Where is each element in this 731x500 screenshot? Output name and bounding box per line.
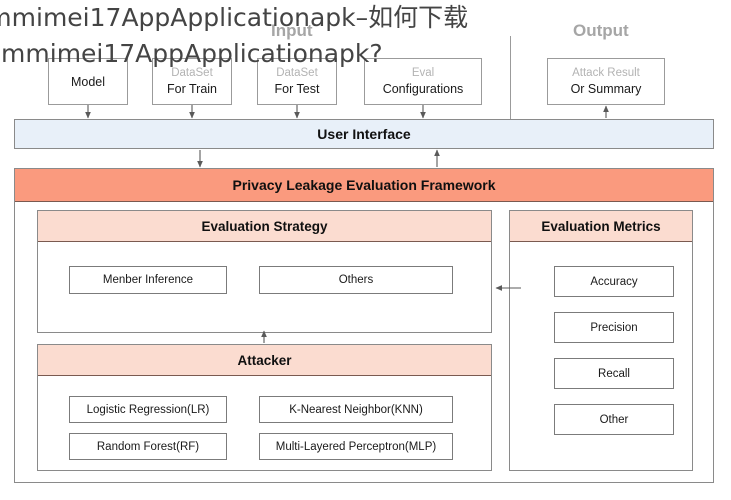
io-box-dataset-test-sub: DataSet <box>276 67 318 79</box>
io-box-attack-result-sub: Attack Result <box>572 67 640 79</box>
panel-attacker: Attacker Logistic Regression(LR) K-Neare… <box>37 344 492 471</box>
input-output-divider <box>510 36 511 119</box>
strategy-item-member-inference[interactable]: Menber Inference <box>69 266 227 294</box>
metric-item-precision[interactable]: Precision <box>554 312 674 343</box>
panel-evaluation-metrics-title: Evaluation Metrics <box>541 218 661 234</box>
attacker-item-logistic-regression[interactable]: Logistic Regression(LR) <box>69 396 227 423</box>
panel-evaluation-strategy-header: Evaluation Strategy <box>38 211 491 242</box>
panel-evaluation-strategy-title: Evaluation Strategy <box>201 218 328 234</box>
panel-attacker-title: Attacker <box>237 352 292 368</box>
attacker-item-k-nearest-neighbor[interactable]: K-Nearest Neighbor(KNN) <box>259 396 453 423</box>
metric-item-other[interactable]: Other <box>554 404 674 435</box>
framework-title: Privacy Leakage Evaluation Framework <box>232 177 496 193</box>
attacker-item-multi-layered-perceptron[interactable]: Multi-Layered Perceptron(MLP) <box>259 433 453 460</box>
panel-evaluation-metrics-header: Evaluation Metrics <box>510 211 692 242</box>
metric-item-accuracy[interactable]: Accuracy <box>554 266 674 297</box>
io-box-eval-configurations-main: Configurations <box>382 82 464 96</box>
io-box-dataset-test[interactable]: DataSet For Test <box>257 58 337 105</box>
io-box-eval-configurations-sub: Eval <box>411 67 435 79</box>
io-box-model-main: Model <box>70 74 106 89</box>
panel-attacker-header: Attacker <box>38 345 491 376</box>
input-section-label: Input <box>271 21 313 40</box>
user-interface-label: User Interface <box>317 126 411 142</box>
io-box-attack-result-main: Or Summary <box>570 82 642 96</box>
io-box-attack-result[interactable]: Attack Result Or Summary <box>547 58 665 105</box>
io-box-model[interactable]: Model <box>48 58 128 105</box>
attacker-item-random-forest[interactable]: Random Forest(RF) <box>69 433 227 460</box>
metric-item-recall[interactable]: Recall <box>554 358 674 389</box>
io-box-eval-configurations[interactable]: Eval Configurations <box>364 58 482 105</box>
io-box-dataset-test-main: For Test <box>274 82 320 96</box>
strategy-item-others[interactable]: Others <box>259 266 453 294</box>
user-interface-bar[interactable]: User Interface <box>14 119 714 149</box>
output-section-label: Output <box>573 21 629 40</box>
framework-header: Privacy Leakage Evaluation Framework <box>15 169 713 202</box>
io-box-dataset-train-main: For Train <box>166 82 217 96</box>
panel-evaluation-metrics: Evaluation Metrics Accuracy Precision Re… <box>509 210 693 471</box>
io-box-dataset-train-sub: DataSet <box>171 67 213 79</box>
io-box-dataset-train[interactable]: DataSet For Train <box>152 58 232 105</box>
privacy-leakage-evaluation-framework: Privacy Leakage Evaluation Framework Eva… <box>14 168 714 483</box>
panel-evaluation-strategy: Evaluation Strategy Menber Inference Oth… <box>37 210 492 333</box>
